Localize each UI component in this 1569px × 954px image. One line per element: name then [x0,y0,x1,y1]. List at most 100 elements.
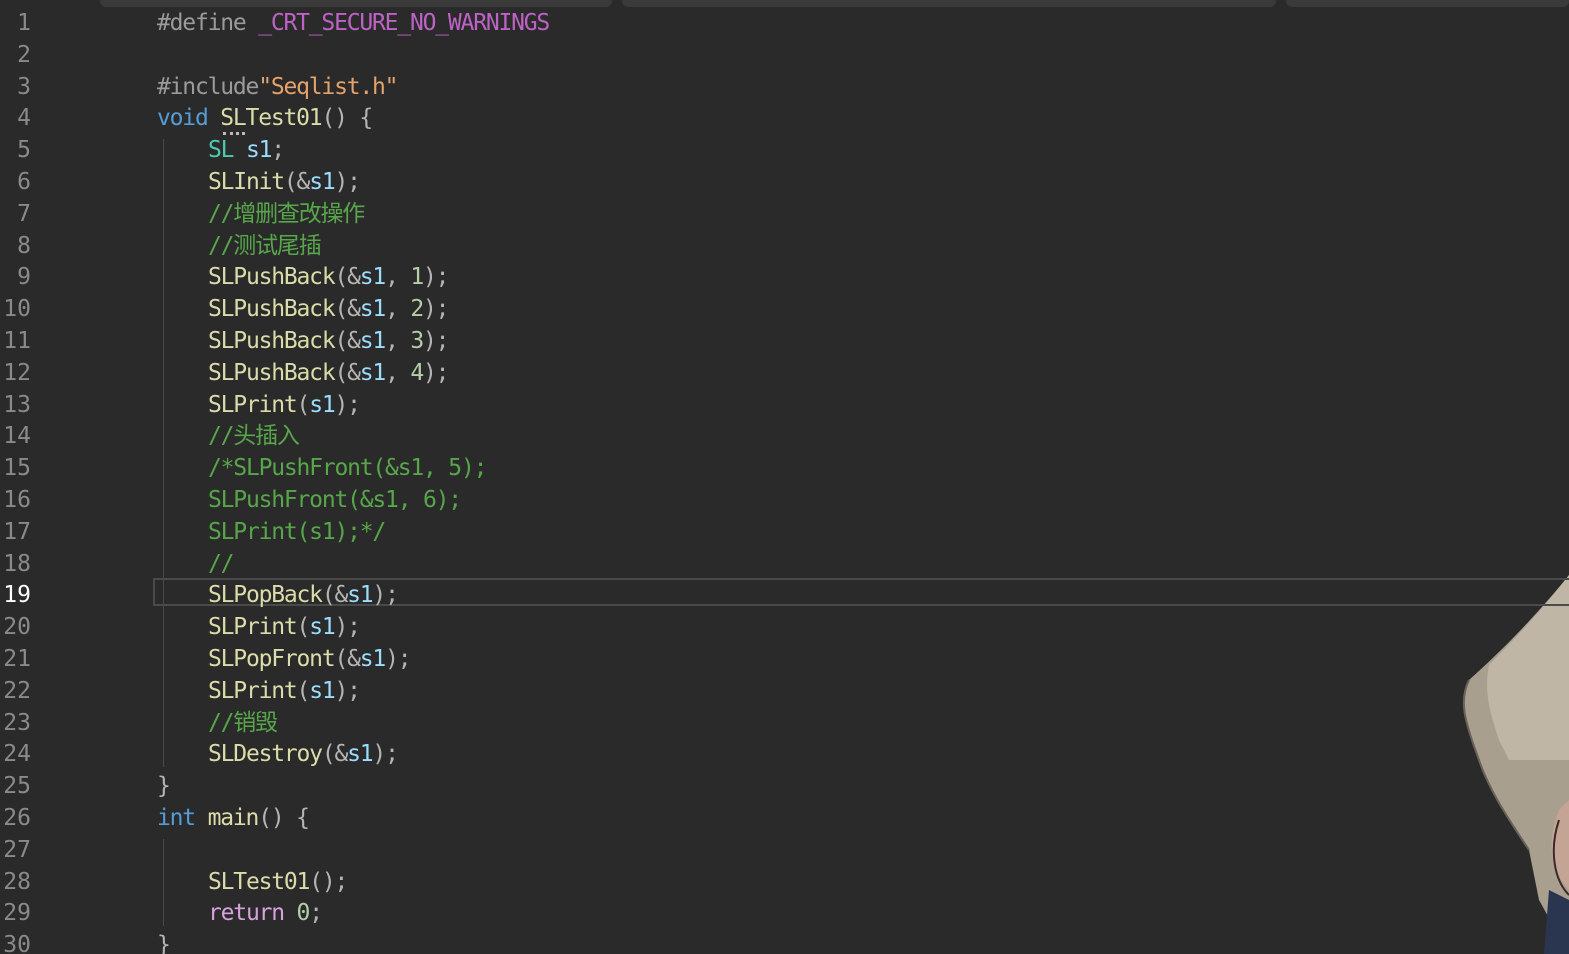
code-text[interactable]: SLDestroy(&s1); [208,739,399,771]
code-token: int [157,805,208,831]
code-line[interactable]: 29 return 0; [0,898,1569,930]
code-token: SLPushBack [208,264,336,291]
code-text[interactable]: SLPushBack(&s1, 3); [208,326,450,358]
code-token: SLPushBack [208,328,336,354]
code-text[interactable]: SLPushBack(&s1, 2); [208,294,450,326]
code-token: _CRT_SECURE_NO_WARNINGS [258,10,550,36]
code-line[interactable]: 19 SLPopBack(&s1); [0,580,1569,612]
code-line[interactable]: 12 SLPushBack(&s1, 4); [0,358,1569,390]
code-token: SLDestroy [208,741,323,768]
line-number: 12 [3,359,31,386]
code-text[interactable]: int main() { [157,803,310,835]
code-token: SLPopFront [208,646,336,672]
code-token: ); [423,264,450,291]
code-line[interactable]: 16 SLPushFront(&s1, 6); [0,485,1569,517]
code-token: (& [334,296,361,323]
code-token: SLPrint [208,677,298,704]
code-text[interactable]: SLPrint(s1); [208,676,361,708]
code-token: 2 [410,296,424,323]
code-text[interactable]: SLPrint(s1); [208,390,361,422]
code-text[interactable]: #include"Seqlist.h" [157,72,399,104]
code-token: s1 [359,296,387,323]
code-text[interactable]: /*SLPushFront(&s1, 5); [208,453,487,485]
code-line[interactable]: 24 SLDestroy(&s1); [0,739,1569,771]
code-token: 1 [410,264,424,291]
code-token: ); [423,328,450,354]
code-token: SLPushBack [208,359,336,386]
code-text[interactable]: SL s1; [208,135,285,167]
code-line[interactable]: 20 SLPrint(s1); [0,612,1569,644]
code-token: s1 [359,264,387,291]
code-line[interactable]: 25} [0,771,1569,803]
code-line[interactable]: 30} [0,930,1569,954]
code-line[interactable]: 21 SLPopFront(&s1); [0,644,1569,676]
editor-tab[interactable] [622,0,1276,7]
code-token: , [385,359,411,386]
code-text[interactable]: void SLTest01() { [157,103,373,135]
code-token: s1 [309,677,336,704]
code-token: s1 [359,359,387,386]
code-text[interactable]: #define _CRT_SECURE_NO_WARNINGS [157,8,550,40]
code-text[interactable]: SLPopFront(&s1); [208,644,412,676]
code-token: (& [334,359,361,386]
code-token: //头插入 [208,423,300,450]
code-token: ); [334,677,361,704]
code-token: (& [334,328,361,354]
code-text[interactable]: //头插入 [208,421,300,453]
code-text[interactable]: // [208,549,235,581]
code-text[interactable]: SLTest01(); [208,867,348,899]
code-line[interactable]: 28 SLTest01(); [0,867,1569,899]
code-editor[interactable]: 1 #define _CRT_SECURE_NO_WARNINGS 2 3 #inclu… [0,0,1569,954]
code-line[interactable]: 18 // [0,549,1569,581]
code-text[interactable]: SLPrint(s1); [208,612,361,644]
code-line[interactable]: 27 [0,835,1569,867]
code-token: //增删查改操作 [208,200,365,227]
code-token: SLPushFront(&s1, 6); [208,487,462,513]
code-text[interactable]: } [157,930,171,954]
line-number: 28 [3,868,31,895]
code-text[interactable]: SLPushFront(&s1, 6); [208,485,462,517]
code-line[interactable]: 2 [0,40,1569,72]
code-line[interactable]: 11 SLPushBack(&s1, 3); [0,326,1569,358]
line-number: 1 [17,10,31,36]
code-token: SLPopBack [208,582,323,609]
code-line[interactable]: 7 //增删查改操作 [0,199,1569,231]
code-token: #include [157,73,259,100]
line-number: 9 [17,264,31,291]
tab-strip [0,0,1569,8]
code-line[interactable]: 9 SLPushBack(&s1, 1); [0,262,1569,294]
code-token: void [157,105,221,132]
code-line[interactable]: 15 /*SLPushFront(&s1, 5); [0,453,1569,485]
code-line[interactable]: 13 SLPrint(s1); [0,390,1569,422]
code-line[interactable]: 10 SLPushBack(&s1, 2); [0,294,1569,326]
code-text[interactable]: SLPopBack(&s1); [208,580,399,612]
code-line[interactable]: 5 SL s1; [0,135,1569,167]
line-number: 6 [17,169,31,195]
code-line[interactable]: 3 #include"Seqlist.h" [0,72,1569,104]
code-text[interactable]: SLPushBack(&s1, 4); [208,358,450,390]
code-line[interactable]: 23 //销毁 [0,708,1569,740]
code-line[interactable]: 26 int main() { [0,803,1569,835]
code-text[interactable]: //增删查改操作 [208,199,365,231]
code-text[interactable]: } [157,771,171,803]
code-text[interactable]: //测试尾插 [208,231,322,263]
line-number: 7 [17,200,31,227]
code-line[interactable]: 17 SLPrint(s1);*/ [0,517,1569,549]
line-number: 22 [3,677,31,704]
line-number: 3 [17,73,31,100]
code-text[interactable]: SLPrint(s1);*/ [208,517,386,549]
code-line[interactable]: 22 SLPrint(s1); [0,676,1569,708]
code-text[interactable]: //销毁 [208,708,278,740]
code-line[interactable]: 4 void SLTest01() { [0,103,1569,135]
code-token: , [385,264,411,291]
editor-tab[interactable] [100,0,612,7]
code-text[interactable]: SLPushBack(&s1, 1); [208,262,450,294]
code-line[interactable]: 6 SLInit(&s1); [0,167,1569,199]
line-number: 17 [3,518,31,545]
code-line[interactable]: 14 //头插入 [0,421,1569,453]
code-token: s1 [245,137,273,164]
code-line[interactable]: 8 //测试尾插 [0,231,1569,263]
code-text[interactable]: SLInit(&s1); [208,167,361,199]
code-line[interactable]: 1 #define _CRT_SECURE_NO_WARNINGS [0,8,1569,40]
code-text[interactable]: return 0; [208,898,323,930]
